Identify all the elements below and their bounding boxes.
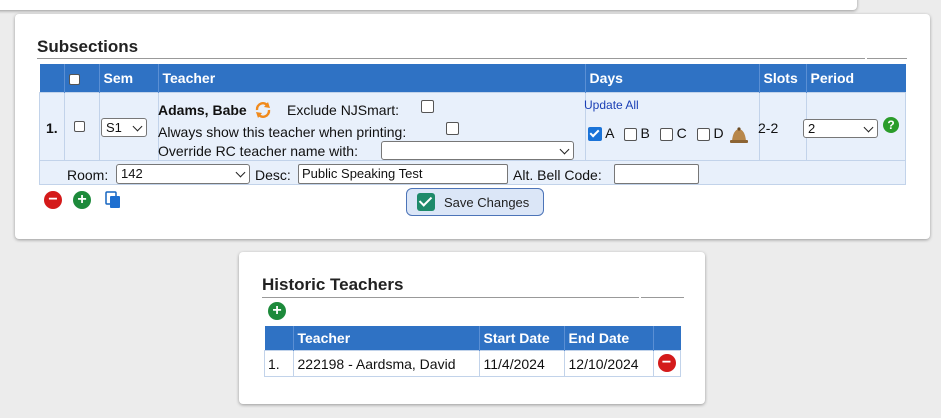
day-a-checkbox[interactable] [588,127,602,142]
col-teacher: Teacher [158,64,586,93]
historic-header-row: Teacher Start Date End Date [264,326,681,351]
subsections-header-row: Sem Teacher Days Slots Period [39,64,906,93]
chevron-down-icon [559,144,570,155]
day-c-label: C [676,125,687,141]
row-index: 1. [264,350,294,377]
day-d-label: D [713,125,724,141]
days-group: A B C D [588,125,724,142]
row-index: 1. [46,120,58,136]
always-show-label: Always show this teacher when printing: [158,124,407,140]
remove-icon[interactable]: − [657,354,676,372]
sem-select[interactable]: S1 [101,118,147,137]
col-period: Period [806,64,906,93]
always-show-checkbox[interactable] [446,122,459,135]
row-teacher: 222198 - Aardsma, David [292,350,480,377]
row-end-date: 12/10/2024 [563,350,654,377]
historic-table: Teacher Start Date End Date 1. 222198 - … [264,326,681,377]
room-label: Room: [67,167,109,183]
day-d-checkbox[interactable] [696,127,710,141]
row-start-date: 11/4/2024 [478,350,565,377]
desc-label: Desc: [255,167,291,183]
room-value: 142 [121,166,143,181]
chevron-down-icon [132,121,143,132]
historic-teachers-card: Historic Teachers + Teacher Start Date E… [239,252,705,404]
day-c-checkbox[interactable] [659,127,673,141]
room-select[interactable]: 142 [116,164,250,184]
exclude-njsmart-label: Exclude NJSmart: [287,102,400,118]
col-index [39,64,65,93]
row-select-checkbox[interactable] [74,121,85,132]
period-value: 2 [808,121,816,136]
col-actions [653,326,681,351]
title-rule [37,58,865,59]
day-b-label: B [640,125,650,141]
sem-value: S1 [106,120,122,135]
bell-icon[interactable] [729,126,749,144]
desc-input[interactable]: Public Speaking Test [298,164,508,184]
title-rule-2 [867,58,907,59]
table-row: 1. 222198 - Aardsma, David 11/4/2024 12/… [264,350,681,377]
top-card [0,0,857,10]
col-end-date: End Date [564,326,654,351]
col-slots: Slots [759,64,807,93]
chevron-down-icon [235,167,246,178]
add-icon[interactable]: + [73,191,91,209]
period-select[interactable]: 2 [803,119,878,138]
slots-value: 2-2 [758,120,779,136]
historic-rule [262,297,639,298]
help-icon[interactable]: ? [883,117,899,133]
historic-rule-2 [641,297,684,298]
col-index [264,326,294,351]
col-teacher: Teacher [293,326,480,351]
exclude-njsmart-checkbox[interactable] [421,100,434,113]
override-select[interactable] [381,141,574,160]
subsections-card: Subsections Sem Teacher Days Slots Perio… [15,14,930,239]
update-all-link[interactable]: Update All [584,98,639,112]
save-changes-label: Save Changes [444,195,530,210]
col-days: Days [585,64,760,93]
override-label: Override RC teacher name with: [158,143,358,159]
historic-title: Historic Teachers [262,275,404,294]
check-icon [417,193,435,211]
add-icon[interactable]: + [268,302,286,320]
alt-bell-label: Alt. Bell Code: [513,167,602,183]
teacher-name: Adams, Babe [158,102,247,118]
subsections-title: Subsections [37,37,139,56]
day-b-checkbox[interactable] [623,127,637,141]
row-actions: − [652,350,681,377]
col-select [64,64,100,93]
select-all-checkbox[interactable] [68,73,80,85]
remove-icon[interactable]: − [44,191,62,209]
day-a-label: A [605,125,614,141]
chevron-down-icon [863,122,874,133]
alt-bell-input[interactable] [614,164,699,184]
copy-icon[interactable] [105,191,121,209]
save-changes-button[interactable]: Save Changes [406,188,544,216]
col-sem: Sem [99,64,159,93]
refresh-icon[interactable] [253,100,273,120]
col-start-date: Start Date [479,326,565,351]
